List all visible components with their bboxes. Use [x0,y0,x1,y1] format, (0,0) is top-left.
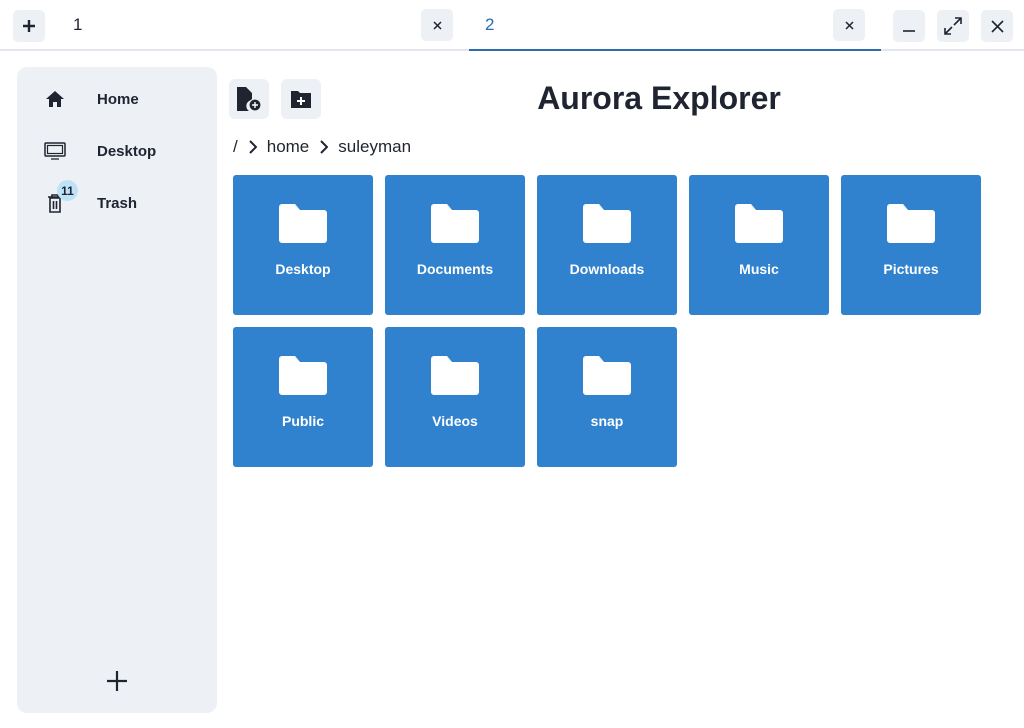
breadcrumb: / home suleyman [233,137,411,157]
new-tab-button[interactable] [13,10,45,42]
folder-label: Music [739,261,779,277]
new-file-button[interactable] [229,79,269,119]
plus-icon [107,671,127,691]
folder-icon [431,204,479,243]
folder-tile[interactable]: Desktop [233,175,373,315]
folder-tile[interactable]: snap [537,327,677,467]
tab-1[interactable]: 1 [73,15,82,35]
minimize-icon [903,30,915,32]
folder-tile[interactable]: Music [689,175,829,315]
sidebar-item-desktop[interactable]: Desktop [17,131,217,171]
sidebar-item-label: Trash [97,194,138,212]
sidebar-item-home[interactable]: Home [17,79,217,119]
breadcrumb-root[interactable]: / [233,137,238,157]
folder-tile[interactable]: Downloads [537,175,677,315]
folder-tile[interactable]: Public [233,327,373,467]
active-tab-indicator [469,49,881,51]
folder-label: Videos [432,413,478,429]
expand-icon [944,17,962,35]
new-folder-button[interactable] [281,79,321,119]
close-tab-2-button[interactable] [833,9,865,41]
add-location-button[interactable] [106,670,128,697]
folder-label: Pictures [883,261,939,277]
breadcrumb-suleyman[interactable]: suleyman [338,137,411,157]
tab-bar: 1 2 [0,0,1024,51]
sidebar-item-trash[interactable]: 11 Trash [17,180,217,223]
folder-icon [583,204,631,243]
close-icon [844,20,854,30]
folder-label: Downloads [569,261,645,277]
folder-icon [887,204,935,243]
plus-icon [23,20,35,32]
folder-tile[interactable]: Documents [385,175,525,315]
close-icon [990,19,1004,33]
file-plus-icon [237,87,262,112]
page-title: Aurora Explorer [537,80,781,116]
trash-count-badge: 11 [57,180,78,201]
folder-tile[interactable]: Videos [385,327,525,467]
folder-label: snap [590,413,624,429]
folder-icon [279,204,327,243]
folder-icon [279,356,327,395]
folder-label: Desktop [275,261,331,277]
folder-plus-icon [291,91,311,108]
folder-icon [583,356,631,395]
folder-label: Public [281,413,324,429]
sidebar-item-label: Desktop [97,142,157,160]
maximize-button[interactable] [937,10,969,42]
folder-icon [735,204,783,243]
close-icon [432,20,442,30]
folder-icon [431,356,479,395]
breadcrumb-home[interactable]: home [267,137,310,157]
close-window-button[interactable] [981,10,1013,42]
monitor-icon [44,140,66,162]
close-tab-1-button[interactable] [421,9,453,41]
folder-label: Documents [416,261,494,277]
sidebar-item-label: Home [97,90,139,108]
chevron-right-icon [319,140,329,154]
tab-2[interactable]: 2 [485,15,494,35]
minimize-button[interactable] [893,10,925,42]
home-icon [44,88,66,110]
chevron-right-icon [248,140,257,154]
folder-tile[interactable]: Pictures [841,175,981,315]
sidebar: Home Desktop 11 Trash [17,67,217,713]
